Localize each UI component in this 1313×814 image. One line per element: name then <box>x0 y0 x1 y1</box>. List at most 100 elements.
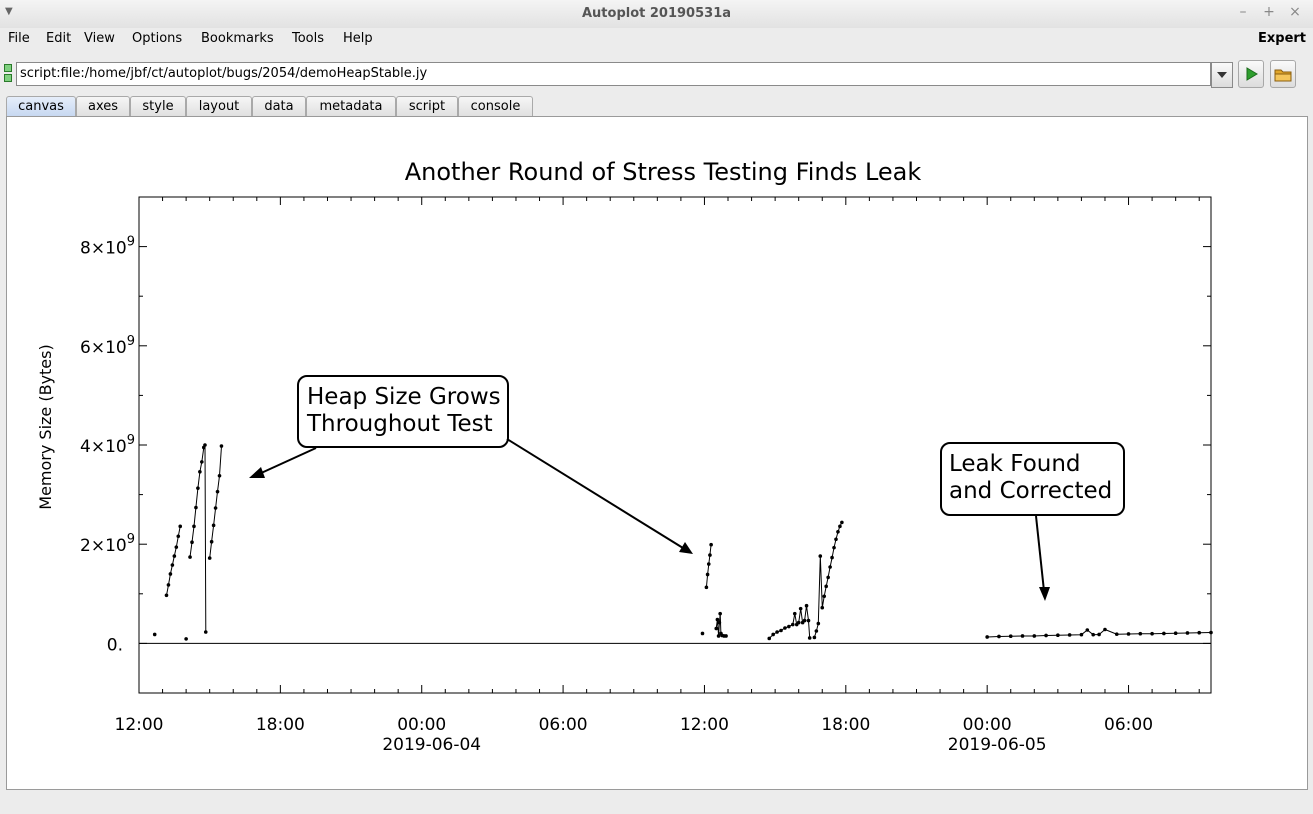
tab-style[interactable]: style <box>130 96 186 116</box>
data-point <box>824 584 828 589</box>
series-line <box>189 444 207 633</box>
annotation-leak-found[interactable]: Leak Found and Corrected <box>940 442 1125 601</box>
data-point <box>985 635 989 639</box>
x-tick-label: 12:00 <box>680 715 729 735</box>
data-point <box>1173 631 1178 636</box>
x-tick-label: 06:00 <box>539 715 588 735</box>
x-tick-label: 00:00 <box>963 715 1012 735</box>
menu-tools[interactable]: Tools <box>292 28 324 50</box>
menu-expert[interactable]: Expert <box>1258 28 1306 50</box>
data-point <box>818 554 823 558</box>
data-point <box>715 617 720 622</box>
y-tick-label: 6×109 <box>80 334 135 358</box>
annotation-line: Heap Size Grows <box>307 384 501 410</box>
data-point <box>796 620 801 625</box>
data-point <box>718 611 722 616</box>
annotation-line: and Corrected <box>949 478 1112 504</box>
data-point <box>1162 631 1166 636</box>
data-point <box>834 537 838 542</box>
series-line <box>705 544 712 588</box>
data-point <box>771 632 775 637</box>
y-tick-label: 4×109 <box>80 433 135 457</box>
annotation-line: Leak Found <box>949 451 1081 477</box>
annotation-arrow <box>506 438 684 549</box>
data-point <box>1150 631 1154 636</box>
menu-view[interactable]: View <box>84 28 115 50</box>
tab-script[interactable]: script <box>396 96 458 116</box>
menu-bookmarks[interactable]: Bookmarks <box>201 28 274 50</box>
tab-metadata[interactable]: metadata <box>306 96 396 116</box>
data-point <box>196 486 200 490</box>
data-point <box>217 473 222 478</box>
arrowhead <box>249 467 265 478</box>
data-point <box>1044 633 1048 638</box>
data-point <box>709 542 713 547</box>
data-point <box>826 575 830 580</box>
tab-layout[interactable]: layout <box>186 96 252 116</box>
data-point <box>1079 632 1084 637</box>
data-point <box>1097 632 1101 637</box>
annotation-heap-grows[interactable]: Heap Size Grows Throughout Test <box>249 375 693 554</box>
data-point <box>787 624 791 629</box>
data-point <box>168 572 173 576</box>
data-point <box>1085 628 1090 632</box>
folder-icon <box>1274 69 1292 82</box>
data-point <box>192 524 196 529</box>
data-point <box>164 593 169 598</box>
data-point <box>840 520 844 525</box>
data-point <box>176 534 181 539</box>
data-point <box>812 635 817 640</box>
x-tick-label: 00:00 <box>397 715 446 735</box>
data-point <box>190 540 194 545</box>
data-point <box>820 605 825 610</box>
data-point <box>1020 634 1025 638</box>
tab-axes[interactable]: axes <box>76 96 130 116</box>
data-point <box>1209 630 1213 635</box>
data-point <box>806 618 811 623</box>
url-history-dropdown[interactable] <box>1211 62 1233 88</box>
data-source-icon <box>4 64 12 82</box>
data-point <box>832 545 836 550</box>
run-button[interactable] <box>1238 60 1264 88</box>
data-point <box>717 620 722 625</box>
data-point <box>708 553 712 557</box>
data-point <box>209 539 214 544</box>
menu-options[interactable]: Options <box>132 28 182 50</box>
data-point <box>775 630 779 634</box>
data-point <box>184 637 188 641</box>
menu-help[interactable]: Help <box>343 28 373 50</box>
data-point <box>814 629 819 633</box>
chart: Another Round of Stress Testing Finds Le… <box>36 158 1213 755</box>
data-point <box>828 565 832 569</box>
x-tick-label: 18:00 <box>821 715 870 735</box>
data-point <box>1126 632 1131 636</box>
data-point <box>807 636 812 640</box>
data-point <box>211 523 216 528</box>
annotation-arrow <box>1035 515 1045 592</box>
minimize-icon[interactable]: – <box>1234 4 1252 20</box>
data-point <box>213 506 218 510</box>
plot-canvas[interactable]: Another Round of Stress Testing Finds Le… <box>6 116 1308 790</box>
data-point <box>1032 634 1037 638</box>
url-input[interactable] <box>16 62 1211 86</box>
data-point <box>166 583 171 587</box>
close-icon[interactable]: × <box>1286 4 1304 20</box>
window-title: Autoplot 20190531a <box>581 6 732 21</box>
tab-canvas[interactable]: canvas <box>6 96 76 116</box>
data-point <box>767 636 772 641</box>
data-point <box>1197 630 1202 635</box>
data-point <box>705 572 710 577</box>
data-point <box>1138 631 1143 636</box>
annotation-line: Throughout Test <box>306 411 493 437</box>
tab-console[interactable]: console <box>458 96 533 116</box>
play-icon <box>1246 67 1258 81</box>
data-point <box>997 634 1001 639</box>
data-point <box>203 630 208 634</box>
open-file-button[interactable] <box>1270 60 1296 88</box>
data-point <box>704 585 709 590</box>
maximize-icon[interactable]: + <box>1260 4 1278 20</box>
menu-edit[interactable]: Edit <box>46 28 71 50</box>
menu-file[interactable]: File <box>8 28 30 50</box>
y-tick-label: 2×109 <box>80 532 135 556</box>
tab-data[interactable]: data <box>252 96 306 116</box>
